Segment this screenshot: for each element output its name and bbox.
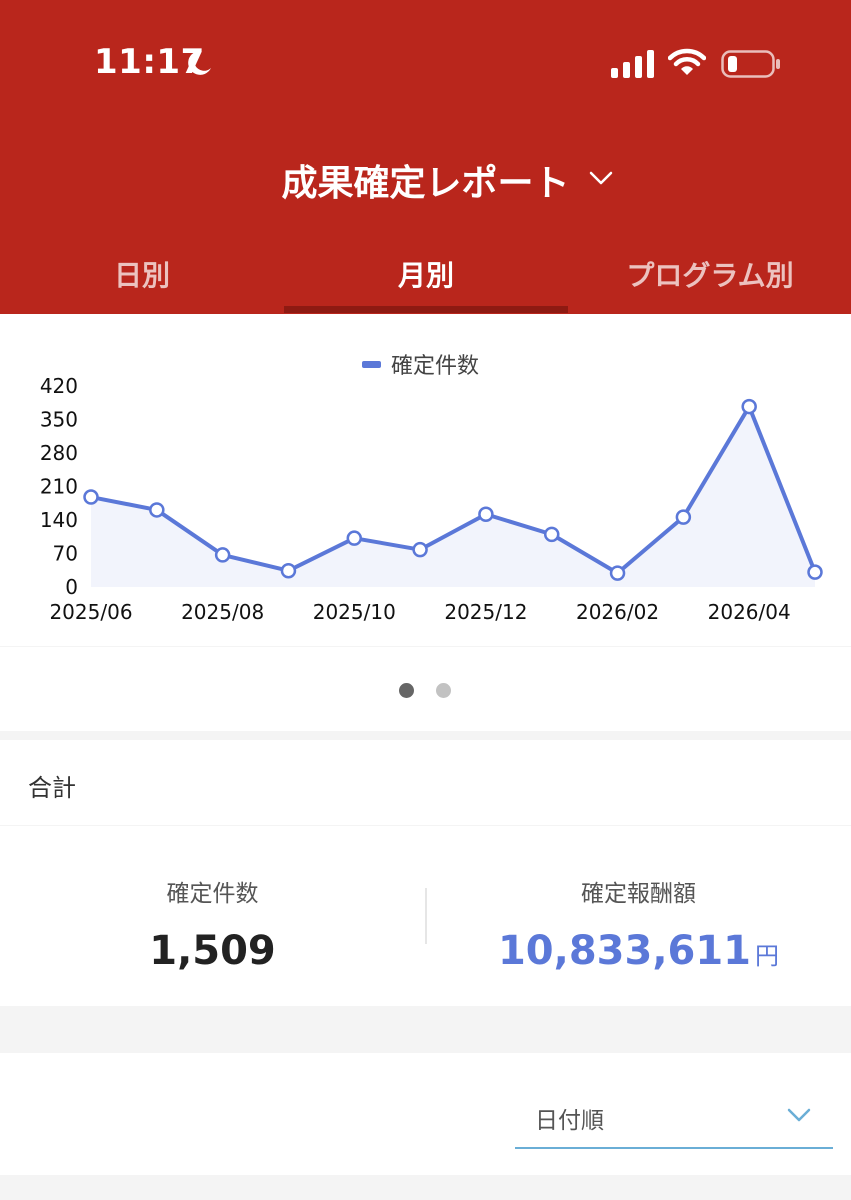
x-tick-label: 2025/10 — [313, 600, 396, 624]
data-point-2025-10[interactable] — [346, 530, 363, 546]
y-tick-label: 420 — [40, 374, 78, 398]
y-tick-label: 140 — [40, 508, 78, 532]
legend-label: 確定件数 — [391, 354, 479, 379]
y-tick-label: 0 — [65, 575, 78, 599]
confirmed-count-value: 1,509 — [149, 928, 276, 974]
active-tab-indicator — [284, 306, 568, 313]
confirmed-reward-label: 確定報酬額 — [581, 881, 696, 907]
x-tick-label: 2025/06 — [49, 600, 132, 624]
data-point-2025-09[interactable] — [280, 562, 297, 579]
sort-panel: 日付順 — [0, 1053, 851, 1175]
series-kakutei-kensu — [83, 398, 823, 587]
totals-panel: 確定件数 1,509 確定報酬額 10,833,611 円 — [0, 826, 851, 1006]
data-point-2025-08[interactable] — [214, 547, 231, 563]
data-point-2026-02[interactable] — [609, 565, 626, 581]
y-tick-label: 210 — [40, 475, 78, 499]
confirmed-reward-value: 10,833,611 — [497, 928, 752, 974]
app-header: 11:17 成果確定レポート 日別 月別 プログラム別 — [0, 0, 851, 314]
data-point-2026-01[interactable] — [543, 526, 560, 543]
totals-header: 合計 — [0, 740, 851, 825]
line-chart[interactable]: 確定件数 070140210280350420 2025/06 2025/08 20… — [0, 314, 851, 646]
x-tick-label: 2025/08 — [181, 600, 264, 624]
y-tick-label: 350 — [40, 408, 78, 432]
data-point-2026-05[interactable] — [807, 564, 823, 580]
wifi-icon — [667, 47, 707, 81]
chart-pager — [0, 647, 851, 731]
data-point-2025-11[interactable] — [412, 541, 428, 558]
chart-legend: 確定件数 — [362, 354, 479, 379]
data-point-2025-06[interactable] — [83, 489, 99, 505]
sort-order-value: 日付順 — [535, 1108, 604, 1134]
tab-daily[interactable]: 日別 — [0, 254, 284, 294]
x-axis: 2025/06 2025/08 2025/10 2025/12 2026/02 2026/… — [49, 600, 790, 624]
legend-swatch — [362, 361, 381, 368]
data-point-2025-07[interactable] — [149, 502, 165, 518]
data-point-2026-04[interactable] — [741, 398, 757, 415]
x-tick-label: 2025/12 — [444, 600, 527, 624]
currency-unit: 円 — [755, 942, 780, 970]
series-area — [91, 406, 815, 587]
pager-dot-1[interactable] — [399, 683, 414, 698]
y-tick-label: 70 — [53, 542, 78, 566]
tab-by-program[interactable]: プログラム別 — [568, 254, 851, 294]
y-axis: 0 70 140 210 280 350 420 — [40, 374, 78, 599]
totals-title: 合計 — [28, 774, 76, 802]
sort-order-select[interactable]: 日付順 — [515, 1083, 833, 1149]
moon-icon — [184, 48, 214, 82]
y-tick-label: 280 — [40, 441, 78, 465]
data-point-2026-03[interactable] — [675, 509, 692, 525]
confirmed-reward-value-wrap: 10,833,611 円 — [426, 928, 851, 974]
page-title[interactable]: 成果確定レポート — [0, 154, 851, 206]
chart-panel[interactable]: 確定件数 0 70 140 210 280 350 420 2025/06 2025/08 20… — [0, 314, 851, 646]
chevron-down-icon — [787, 1107, 811, 1127]
data-point-2025-12[interactable] — [478, 506, 494, 523]
x-tick-label: 2026/02 — [576, 600, 659, 624]
tab-monthly[interactable]: 月別 — [284, 254, 568, 294]
pager-dot-2[interactable] — [436, 683, 451, 698]
report-tabs: 日別 月別 プログラム別 — [0, 236, 851, 314]
cellular-signal-icon — [611, 50, 655, 82]
confirmed-count-label: 確定件数 — [166, 881, 259, 907]
x-tick-label: 2026/04 — [708, 600, 791, 624]
battery-icon — [721, 50, 781, 82]
chevron-down-icon[interactable] — [589, 170, 613, 190]
